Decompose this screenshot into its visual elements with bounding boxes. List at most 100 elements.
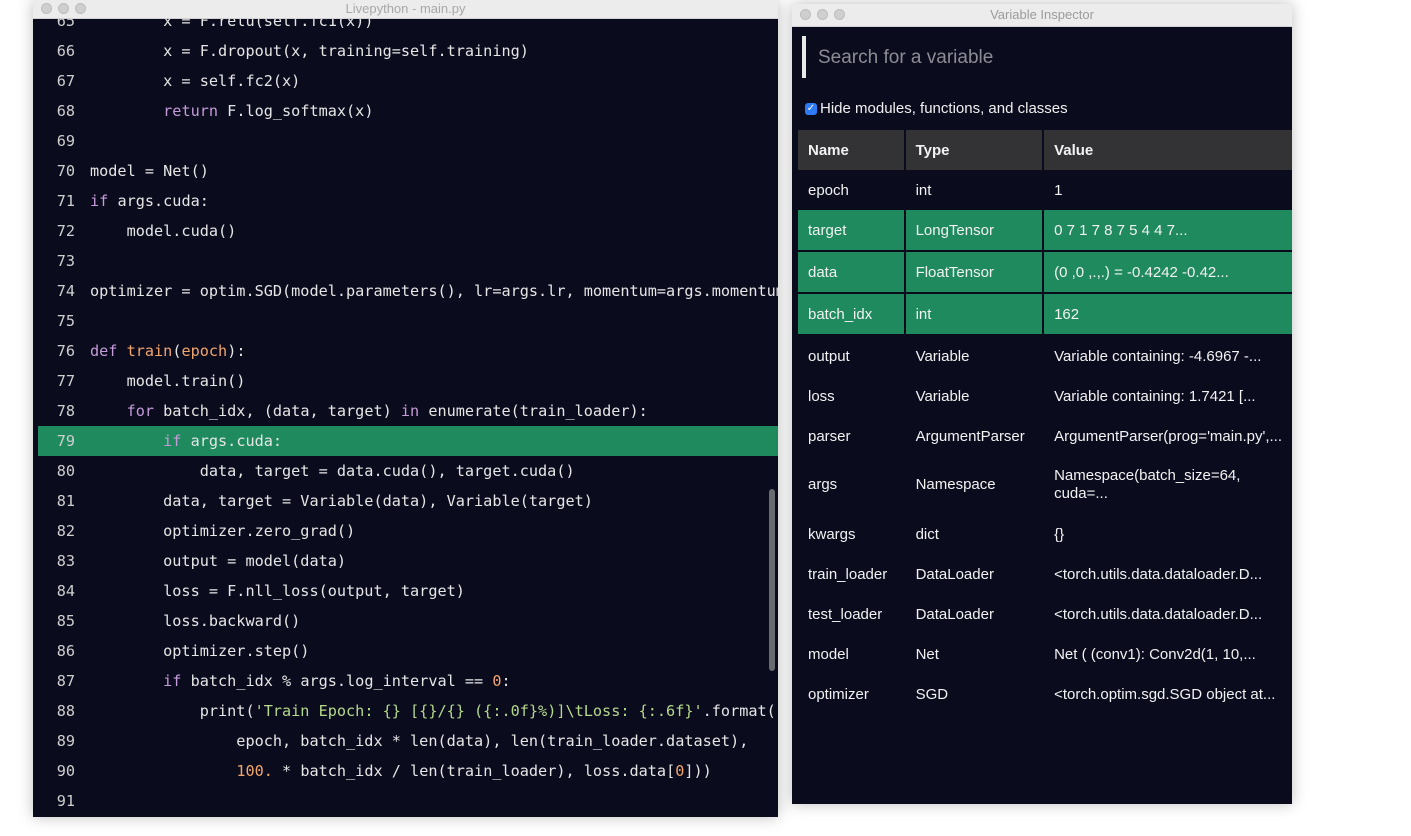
variable-name-cell: data	[798, 252, 906, 294]
editor-titlebar: Livepython - main.py	[33, 0, 778, 19]
line-number: 86	[56, 642, 75, 660]
code-line[interactable]: 89 epoch, batch_idx * len(data), len(tra…	[33, 726, 778, 756]
line-number: 82	[56, 522, 75, 540]
line-code: x = F.dropout(x, training=self.training)	[90, 42, 529, 60]
editor-title: Livepython - main.py	[345, 1, 466, 16]
code-line[interactable]: 90 100. * batch_idx / len(train_loader),…	[33, 756, 778, 786]
line-code: if args.cuda:	[90, 192, 209, 210]
code-line[interactable]: 65 x = F.relu(self.fc1(x))	[33, 19, 778, 36]
table-row[interactable]: kwargs dict {}	[798, 514, 1292, 554]
variable-name-cell: output	[798, 336, 906, 376]
table-row[interactable]: model Net Net ( (conv1): Conv2d(1, 10,...	[798, 634, 1292, 674]
line-number: 80	[56, 462, 75, 480]
line-number: 73	[56, 252, 75, 270]
code-line[interactable]: 67 x = self.fc2(x)	[33, 66, 778, 96]
variable-value-cell: 162	[1044, 294, 1292, 336]
line-number: 71	[56, 192, 75, 210]
close-window-button[interactable]	[41, 3, 52, 14]
variable-name-cell: batch_idx	[798, 294, 906, 336]
code-line[interactable]: 78 for batch_idx, (data, target) in enum…	[33, 396, 778, 426]
table-row[interactable]: batch_idx int 162	[798, 294, 1292, 336]
code-lines: 65 x = F.relu(self.fc1(x)) 66 x = F.dropo…	[33, 19, 778, 816]
line-code: optimizer.zero_grad()	[90, 522, 356, 540]
code-line[interactable]: 91	[33, 786, 778, 816]
line-number: 79	[56, 432, 75, 450]
vertical-scrollbar[interactable]	[769, 489, 775, 671]
table-row[interactable]: loss Variable Variable containing: 1.7421 …	[798, 376, 1292, 416]
variable-name-cell: train_loader	[798, 554, 906, 594]
table-row[interactable]: output Variable Variable containing: -4.69…	[798, 336, 1292, 376]
code-line[interactable]: 80 data, target = data.cuda(), target.cu…	[33, 456, 778, 486]
hide-modules-filter[interactable]: ✓ Hide modules, functions, and classes	[805, 100, 1068, 117]
code-line[interactable]: 74 optimizer = optim.SGD(model.parameters…	[33, 276, 778, 306]
variable-value-cell: Variable containing: 1.7421 [...	[1054, 387, 1256, 405]
line-code: if args.cuda:	[163, 432, 283, 450]
table-row[interactable]: args Namespace Namespace(batch_size=64, cu…	[798, 456, 1292, 514]
table-row[interactable]: target LongTensor 0 7 1 7 8 7 5 4 4 7...	[798, 210, 1292, 252]
line-number: 84	[56, 582, 75, 600]
code-line[interactable]: 75	[33, 306, 778, 336]
code-line[interactable]: 68 return F.log_softmax(x)	[33, 96, 778, 126]
zoom-window-button[interactable]	[75, 3, 86, 14]
variable-search-input[interactable]	[816, 36, 1280, 80]
code-line[interactable]: 83 output = model(data)	[33, 546, 778, 576]
code-line[interactable]: 69	[33, 126, 778, 156]
line-number: 75	[56, 312, 75, 330]
variable-type-cell: int	[906, 170, 1045, 210]
variable-type-cell: SGD	[906, 674, 1045, 714]
table-row[interactable]: optimizer SGD <torch.optim.sgd.SGD object …	[798, 674, 1292, 714]
code-line[interactable]: 82 optimizer.zero_grad()	[33, 516, 778, 546]
code-editor[interactable]: 65 x = F.relu(self.fc1(x)) 66 x = F.dropo…	[33, 19, 778, 817]
line-code: loss = F.nll_loss(output, target)	[90, 582, 465, 600]
code-line[interactable]: 84 loss = F.nll_loss(output, target)	[33, 576, 778, 606]
editor-window: Livepython - main.py 65 x = F.relu(self.…	[33, 0, 778, 817]
variable-type-cell: dict	[906, 514, 1045, 554]
code-line[interactable]: 87 if batch_idx % args.log_interval == 0…	[33, 666, 778, 696]
current-line-highlight[interactable]: 79 if args.cuda:	[38, 426, 778, 456]
line-number: 88	[56, 702, 75, 720]
inspector-titlebar: Variable Inspector	[792, 4, 1292, 27]
column-header-name[interactable]: Name	[798, 130, 906, 170]
line-code: model.train()	[90, 372, 246, 390]
line-number: 85	[56, 612, 75, 630]
variable-value-cell: <torch.utils.data.dataloader.D...	[1054, 565, 1263, 583]
code-line[interactable]: 70 model = Net()	[33, 156, 778, 186]
variable-name-cell: loss	[798, 376, 906, 416]
table-row[interactable]: parser ArgumentParser ArgumentParser(prog=…	[798, 416, 1292, 456]
variable-type-cell: FloatTensor	[905, 252, 1045, 294]
zoom-window-button[interactable]	[834, 9, 845, 20]
line-code: 100. * batch_idx / len(train_loader), lo…	[236, 762, 712, 780]
code-line[interactable]: 73	[33, 246, 778, 276]
line-number: 90	[56, 762, 75, 780]
minimize-window-button[interactable]	[58, 3, 69, 14]
column-header-type[interactable]: Type	[905, 130, 1045, 170]
table-row[interactable]: test_loader DataLoader <torch.utils.data.d…	[798, 594, 1292, 634]
line-code: epoch, batch_idx * len(data), len(train_…	[90, 732, 749, 750]
table-row[interactable]: data FloatTensor (0 ,0 ,.,.) = -0.4242 -0.…	[798, 252, 1292, 294]
code-line[interactable]: 86 optimizer.step()	[33, 636, 778, 666]
code-line[interactable]: 71 if args.cuda:	[33, 186, 778, 216]
close-window-button[interactable]	[800, 9, 811, 20]
code-line[interactable]: 88 print('Train Epoch: {} [{}/{} ({:.0f}…	[33, 696, 778, 726]
window-controls	[41, 3, 86, 14]
code-line[interactable]: 76 def train(epoch):	[33, 336, 778, 366]
inspector-title: Variable Inspector	[990, 7, 1094, 22]
minimize-window-button[interactable]	[817, 9, 828, 20]
table-row[interactable]: train_loader DataLoader <torch.utils.data.…	[798, 554, 1292, 594]
column-header-value[interactable]: Value	[1044, 130, 1292, 170]
line-code: x = self.fc2(x)	[90, 72, 301, 90]
variables-table: Name Type Value epoch int 1 target LongTenso…	[798, 130, 1292, 714]
checkbox-checked-icon[interactable]: ✓	[805, 102, 817, 115]
variable-type-cell: int	[905, 294, 1045, 336]
code-line[interactable]: 66 x = F.dropout(x, training=self.traini…	[33, 36, 778, 66]
code-line[interactable]: 72 model.cuda()	[33, 216, 778, 246]
line-code: model = Net()	[90, 162, 209, 180]
line-code: data, target = data.cuda(), target.cuda(…	[90, 462, 575, 480]
table-row[interactable]: epoch int 1	[798, 170, 1292, 210]
code-line[interactable]: 85 loss.backward()	[33, 606, 778, 636]
line-number: 89	[56, 732, 75, 750]
code-line[interactable]: 81 data, target = Variable(data), Variab…	[33, 486, 778, 516]
line-code: optimizer.step()	[90, 642, 310, 660]
code-line[interactable]: 77 model.train()	[33, 366, 778, 396]
variable-name-cell: test_loader	[798, 594, 906, 634]
